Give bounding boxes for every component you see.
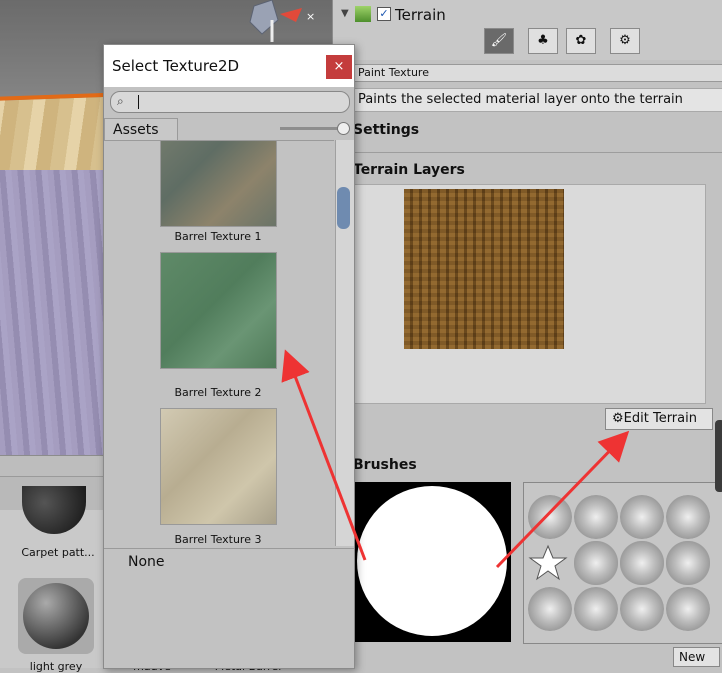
none-label: None: [128, 554, 165, 570]
thumbnail-size-slider[interactable]: [280, 127, 342, 130]
star-brush-icon[interactable]: [528, 543, 568, 583]
selected-brush-preview: [353, 482, 511, 642]
brush-thumb[interactable]: [528, 495, 572, 539]
svg-text:×: ×: [306, 10, 315, 23]
brush-thumb[interactable]: [574, 495, 618, 539]
dialog-preview-area: [104, 575, 354, 668]
brush-thumb[interactable]: [666, 587, 710, 631]
search-field[interactable]: ⌕: [110, 91, 350, 113]
brush-thumb[interactable]: [666, 495, 710, 539]
brush-thumb[interactable]: [620, 587, 664, 631]
gear-icon: ⚙: [612, 411, 624, 426]
scrollbar-thumb[interactable]: [337, 187, 350, 229]
settings-title[interactable]: Settings: [353, 122, 419, 138]
terrain-icon: [355, 6, 371, 22]
enabled-checkbox[interactable]: ✓: [377, 7, 391, 21]
edit-terrain-layers-button[interactable]: ⚙Edit Terrain: [605, 408, 713, 430]
dialog-title: Select Texture2D: [112, 57, 240, 75]
texture-label: Barrel Texture 2: [174, 386, 262, 399]
brush-disc: [357, 486, 507, 636]
divider: [353, 152, 722, 153]
paint-description: Paints the selected material layer onto …: [353, 88, 722, 112]
tab-assets[interactable]: Assets: [104, 118, 178, 141]
asset-grid: Barrel Texture 1 Barrel Texture 2 Barrel…: [104, 140, 334, 547]
collapse-arrow-icon[interactable]: ▼: [341, 8, 349, 19]
texture-thumb-barrel-3[interactable]: [161, 409, 276, 524]
detail-icon[interactable]: ✿: [566, 28, 596, 54]
terrain-layers-list[interactable]: [353, 184, 706, 404]
terrain-layer-texture[interactable]: [404, 189, 564, 349]
brush-thumb[interactable]: [620, 495, 664, 539]
brush-thumb[interactable]: [574, 587, 618, 631]
close-icon[interactable]: ×: [326, 55, 352, 79]
paintbrush-icon[interactable]: 🖌: [484, 28, 514, 54]
project-item-label: Carpet patt...: [21, 546, 95, 559]
component-title: Terrain: [395, 6, 446, 24]
brush-thumb[interactable]: [528, 587, 572, 631]
texture-thumb-barrel-1[interactable]: [161, 141, 276, 226]
texture-label: Barrel Texture 1: [174, 230, 262, 243]
brush-grid[interactable]: [523, 482, 722, 644]
project-item-light-grey[interactable]: [18, 578, 94, 654]
brushes-title: Brushes: [353, 457, 417, 473]
inspector-scrollbar[interactable]: [715, 420, 722, 492]
paint-mode-dropdown[interactable]: Paint Texture: [353, 64, 722, 82]
brush-thumb[interactable]: [620, 541, 664, 585]
none-option[interactable]: None: [104, 548, 354, 575]
select-texture-dialog: Select Texture2D × ⌕ Assets Barrel Textu…: [103, 44, 355, 669]
project-item-carpet[interactable]: [22, 486, 86, 534]
inspector-panel: ▼ ✓ Terrain 🖌 ♣ ✿ ⚙ Paint Texture Paints…: [332, 0, 722, 667]
brush-thumb[interactable]: [666, 541, 710, 585]
slider-handle[interactable]: [337, 122, 350, 135]
edit-terrain-label: Edit Terrain: [623, 411, 697, 426]
text-cursor: [138, 95, 139, 109]
texture-label: Barrel Texture 3: [174, 533, 262, 546]
terrain-layers-title: Terrain Layers: [353, 162, 465, 178]
scene-gizmo[interactable]: ×: [232, 0, 322, 44]
new-brush-button[interactable]: New: [673, 647, 720, 667]
gear-icon[interactable]: ⚙: [610, 28, 640, 54]
tree-icon[interactable]: ♣: [528, 28, 558, 54]
brush-thumb[interactable]: [574, 541, 618, 585]
search-icon: ⌕: [117, 94, 124, 108]
texture-thumb-barrel-2[interactable]: [161, 253, 276, 368]
